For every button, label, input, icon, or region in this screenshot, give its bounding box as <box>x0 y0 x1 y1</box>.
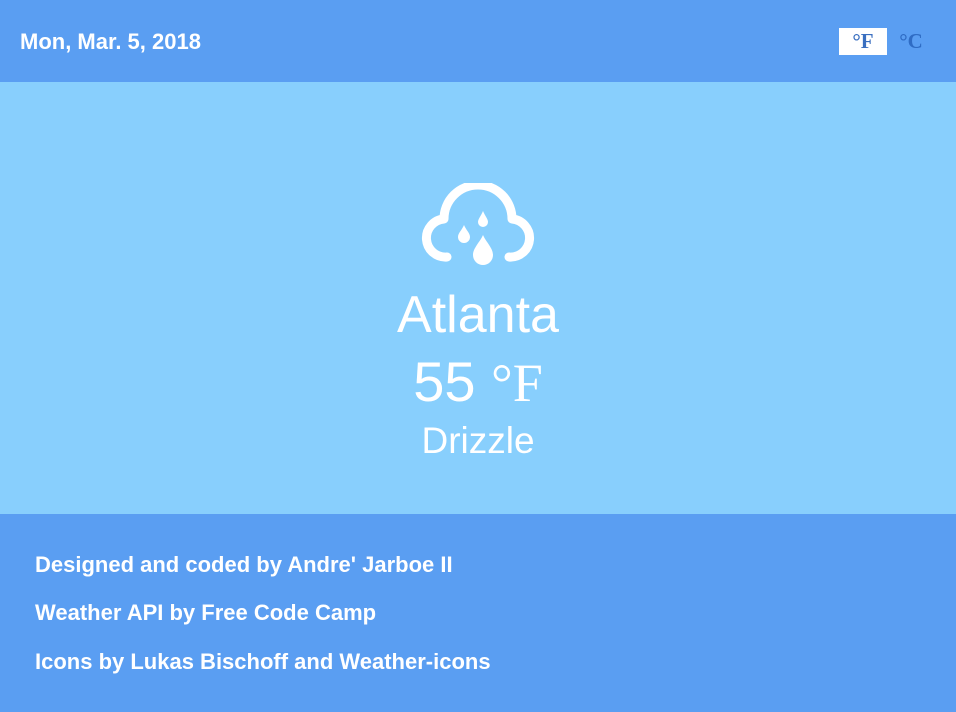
footer: Designed and coded by Andre' Jarboe II W… <box>0 514 956 712</box>
credit-icons: Icons by Lukas Bischoff and Weather-icon… <box>35 649 491 674</box>
celsius-button[interactable]: °C <box>891 28 931 55</box>
cloud-drizzle-icon <box>421 183 535 265</box>
credit-api: Weather API by Free Code Camp <box>35 600 377 625</box>
temperature-display: 55 °F <box>0 350 956 415</box>
temperature-value: 55 <box>413 350 476 413</box>
temperature-unit: °F <box>491 353 543 413</box>
credit-designer: Designed and coded by Andre' Jarboe II <box>35 552 453 577</box>
fahrenheit-button[interactable]: °F <box>839 28 887 55</box>
current-date: Mon, Mar. 5, 2018 <box>20 29 201 54</box>
city-name: Atlanta <box>397 286 559 344</box>
header-bar: Mon, Mar. 5, 2018 °F °C <box>0 0 956 82</box>
weather-condition: Drizzle <box>421 420 535 461</box>
weather-panel: Atlanta 55 °F Drizzle <box>0 82 956 514</box>
